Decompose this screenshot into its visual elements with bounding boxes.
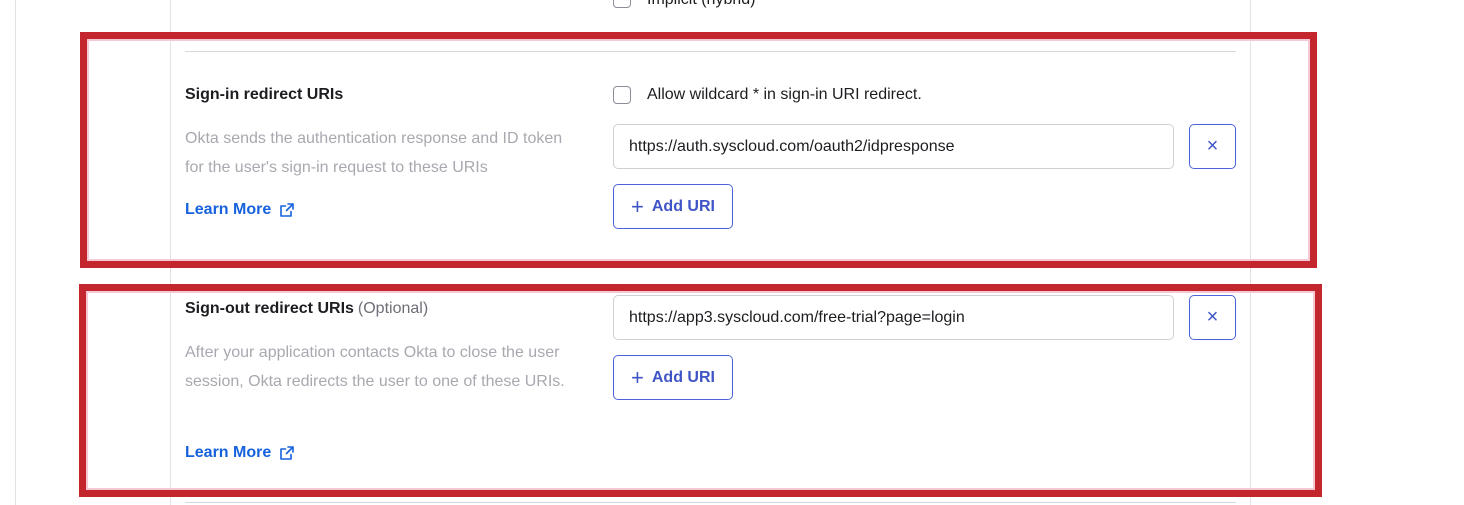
implicit-hybrid-checkbox[interactable] bbox=[613, 0, 631, 8]
section-divider-bottom bbox=[185, 502, 1236, 503]
page-left-border bbox=[15, 0, 16, 505]
sign-in-highlight-box bbox=[80, 32, 1317, 268]
implicit-hybrid-label: Implicit (hybrid) bbox=[647, 0, 755, 9]
sign-out-highlight-box bbox=[79, 284, 1322, 497]
